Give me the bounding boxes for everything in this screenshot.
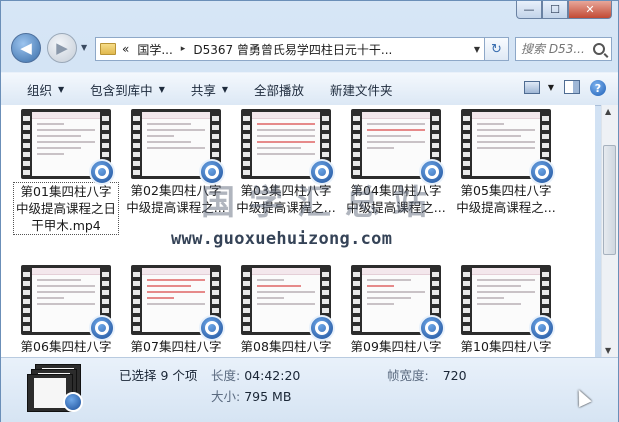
new-folder-label: 新建文件夹 bbox=[330, 82, 393, 98]
forward-button[interactable]: ▶ bbox=[47, 33, 77, 63]
chevron-down-icon: ▼ bbox=[221, 84, 229, 94]
address-bar[interactable]: « 国学... ▸ D5367 曾勇曾氏易学四柱日元十干... ▼ bbox=[95, 37, 485, 61]
view-options-icon[interactable] bbox=[524, 81, 540, 94]
video-thumbnail bbox=[131, 109, 225, 185]
share-menu[interactable]: 共享 ▼ bbox=[191, 80, 228, 99]
folder-icon bbox=[100, 43, 116, 55]
close-button[interactable]: ✕ bbox=[568, 1, 612, 19]
frame-width-field: 帧宽度: 720 bbox=[387, 365, 467, 384]
video-thumbnail bbox=[241, 109, 335, 185]
file-item-10[interactable]: 第10集四柱八字 bbox=[451, 265, 561, 355]
length-field: 长度: 04:42:20 bbox=[211, 365, 300, 384]
media-player-icon bbox=[309, 315, 335, 341]
file-item-07[interactable]: 第07集四柱八字 bbox=[121, 265, 231, 355]
frame-width-value: 720 bbox=[442, 368, 467, 383]
play-all-label: 全部播放 bbox=[254, 82, 305, 98]
details-pane: 已选择 9 个项 长度: 04:42:20 大小: 795 MB 帧宽度: 72… bbox=[1, 357, 618, 422]
file-item-06[interactable]: 第06集四柱八字 bbox=[11, 265, 121, 355]
navigation-bar: ◀ ▶ ▼ « 国学... ▸ D5367 曾勇曾氏易学四柱日元十干... ▼ … bbox=[9, 31, 612, 65]
selection-video-icon bbox=[27, 364, 85, 414]
selection-count: 已选择 9 个项 bbox=[119, 368, 198, 383]
file-item-08[interactable]: 第08集四柱八字 bbox=[231, 265, 341, 355]
address-dropdown-icon[interactable]: ▼ bbox=[474, 45, 480, 54]
video-thumbnail bbox=[21, 109, 115, 185]
size-key: 大小: bbox=[211, 389, 241, 404]
video-thumbnail bbox=[461, 265, 555, 341]
media-player-icon bbox=[419, 315, 445, 341]
length-key: 长度: bbox=[211, 368, 241, 383]
scrollbar-thumb[interactable] bbox=[603, 145, 616, 255]
video-thumbnail bbox=[351, 265, 445, 341]
length-value: 04:42:20 bbox=[244, 368, 301, 383]
video-thumbnail bbox=[351, 109, 445, 185]
organize-label: 组织 bbox=[27, 82, 53, 98]
video-thumbnail bbox=[461, 109, 555, 185]
share-label: 共享 bbox=[190, 82, 216, 98]
video-thumbnail bbox=[21, 265, 115, 341]
include-in-library-menu[interactable]: 包含到库中 ▼ bbox=[90, 80, 165, 99]
address-overflow-chevron[interactable]: « bbox=[122, 42, 129, 56]
media-player-icon bbox=[89, 315, 115, 341]
help-icon[interactable]: ? bbox=[590, 80, 606, 96]
frame-width-key: 帧宽度: bbox=[387, 368, 429, 383]
scroll-up-icon[interactable]: ▲ bbox=[605, 107, 611, 116]
preview-pane-icon[interactable] bbox=[564, 80, 580, 94]
maximize-button[interactable]: ☐ bbox=[542, 1, 568, 19]
new-folder-button[interactable]: 新建文件夹 bbox=[330, 80, 393, 99]
file-item-01[interactable]: 第01集四柱八字 中级提高课程之日 干甲木.mp4 bbox=[11, 109, 121, 235]
chevron-down-icon[interactable]: ▼ bbox=[548, 83, 554, 92]
watermark-url: www.guoxuehuizong.com bbox=[171, 229, 393, 249]
back-button[interactable]: ◀ bbox=[11, 33, 41, 63]
search-input[interactable] bbox=[521, 39, 595, 59]
size-field: 大小: 795 MB bbox=[211, 386, 291, 405]
breadcrumb-separator-icon[interactable]: ▸ bbox=[181, 44, 186, 54]
vertical-scrollbar[interactable]: ▲ ▼ bbox=[601, 105, 618, 357]
watermark-title: 国学汇总站 bbox=[201, 183, 441, 223]
refresh-button[interactable]: ↻ bbox=[485, 37, 509, 61]
command-bar: 组织 ▼ 包含到库中 ▼ 共享 ▼ 全部播放 新建文件夹 ▼ ? bbox=[1, 72, 618, 106]
file-name[interactable]: 第01集四柱八字 中级提高课程之日 干甲木.mp4 bbox=[13, 182, 119, 235]
size-value: 795 MB bbox=[244, 389, 292, 404]
breadcrumb-item-current-folder[interactable]: D5367 曾勇曾氏易学四柱日元十干... bbox=[193, 41, 392, 58]
file-item-09[interactable]: 第09集四柱八字 bbox=[341, 265, 451, 355]
chevron-down-icon: ▼ bbox=[158, 84, 165, 94]
file-item-05[interactable]: 第05集四柱八字 中级提高课程之... bbox=[451, 109, 561, 216]
video-thumbnail bbox=[241, 265, 335, 341]
media-player-icon bbox=[529, 159, 555, 185]
video-thumbnail bbox=[131, 265, 225, 341]
organize-menu[interactable]: 组织 ▼ bbox=[27, 80, 64, 99]
file-name[interactable]: 第05集四柱八字 中级提高课程之... bbox=[451, 182, 561, 216]
play-all-button[interactable]: 全部播放 bbox=[254, 80, 304, 99]
search-icon[interactable] bbox=[593, 43, 605, 55]
media-player-icon bbox=[199, 315, 225, 341]
minimize-button[interactable]: — bbox=[516, 1, 542, 19]
search-box[interactable] bbox=[515, 37, 612, 61]
media-player-icon bbox=[529, 315, 555, 341]
chevron-down-icon: ▼ bbox=[58, 84, 65, 94]
include-in-library-label: 包含到库中 bbox=[90, 82, 153, 98]
caption-buttons: — ☐ ✕ bbox=[516, 1, 612, 21]
scroll-down-icon[interactable]: ▼ bbox=[605, 346, 611, 355]
explorer-window: — ☐ ✕ ◀ ▶ ▼ « 国学... ▸ D5367 曾勇曾氏易学四柱日元十干… bbox=[0, 0, 619, 422]
recent-pages-dropdown[interactable]: ▼ bbox=[81, 43, 87, 52]
breadcrumb-item-guoxue[interactable]: 国学... bbox=[137, 41, 172, 58]
media-player-icon bbox=[89, 159, 115, 185]
